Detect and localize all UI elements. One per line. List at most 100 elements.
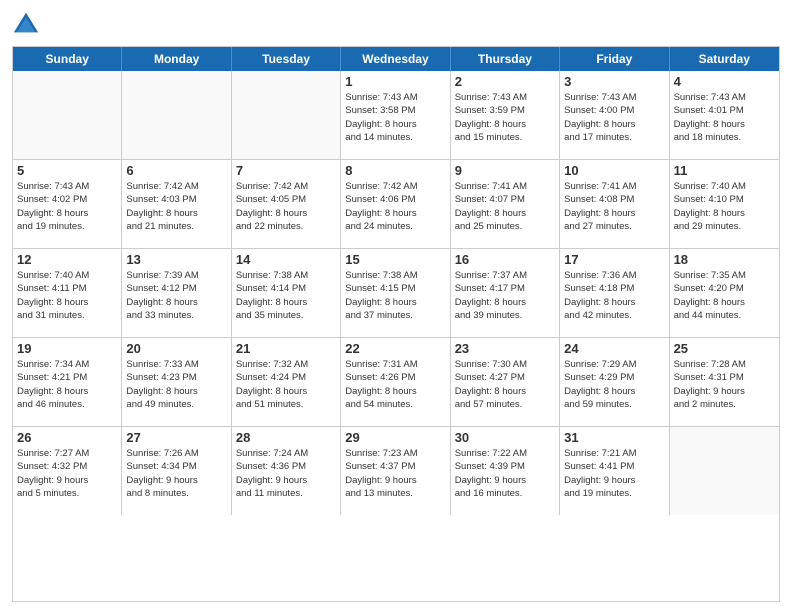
calendar-cell — [13, 71, 122, 159]
day-number: 16 — [455, 252, 555, 267]
day-number: 26 — [17, 430, 117, 445]
calendar-cell — [670, 427, 779, 515]
day-info: Sunrise: 7:43 AM Sunset: 4:00 PM Dayligh… — [564, 91, 664, 144]
calendar-cell: 11 Sunrise: 7:40 AM Sunset: 4:10 PM Dayli… — [670, 160, 779, 248]
logo-icon — [12, 10, 40, 38]
calendar-cell — [232, 71, 341, 159]
day-info: Sunrise: 7:43 AM Sunset: 3:58 PM Dayligh… — [345, 91, 445, 144]
calendar-cell: 19 Sunrise: 7:34 AM Sunset: 4:21 PM Dayli… — [13, 338, 122, 426]
day-info: Sunrise: 7:40 AM Sunset: 4:11 PM Dayligh… — [17, 269, 117, 322]
calendar-cell: 3 Sunrise: 7:43 AM Sunset: 4:00 PM Daylig… — [560, 71, 669, 159]
calendar-cell: 27Sunrise: 7:26 AM Sunset: 4:34 PM Dayli… — [122, 427, 231, 515]
header — [12, 10, 780, 38]
day-number: 4 — [674, 74, 775, 89]
day-info: Sunrise: 7:30 AM Sunset: 4:27 PM Dayligh… — [455, 358, 555, 411]
day-number: 21 — [236, 341, 336, 356]
calendar-cell: 28Sunrise: 7:24 AM Sunset: 4:36 PM Dayli… — [232, 427, 341, 515]
day-info: Sunrise: 7:27 AM Sunset: 4:32 PM Dayligh… — [17, 447, 117, 500]
day-info: Sunrise: 7:36 AM Sunset: 4:18 PM Dayligh… — [564, 269, 664, 322]
day-info: Sunrise: 7:29 AM Sunset: 4:29 PM Dayligh… — [564, 358, 664, 411]
day-number: 8 — [345, 163, 445, 178]
day-info: Sunrise: 7:41 AM Sunset: 4:07 PM Dayligh… — [455, 180, 555, 233]
calendar-cell: 12 Sunrise: 7:40 AM Sunset: 4:11 PM Dayli… — [13, 249, 122, 337]
calendar-week-row: 12 Sunrise: 7:40 AM Sunset: 4:11 PM Dayli… — [13, 249, 779, 338]
day-number: 19 — [17, 341, 117, 356]
day-number: 7 — [236, 163, 336, 178]
day-info: Sunrise: 7:38 AM Sunset: 4:14 PM Dayligh… — [236, 269, 336, 322]
weekday-header: Saturday — [670, 47, 779, 71]
day-number: 13 — [126, 252, 226, 267]
calendar-cell: 10Sunrise: 7:41 AM Sunset: 4:08 PM Dayli… — [560, 160, 669, 248]
day-number: 12 — [17, 252, 117, 267]
calendar-cell: 8 Sunrise: 7:42 AM Sunset: 4:06 PM Daylig… — [341, 160, 450, 248]
calendar-cell: 1 Sunrise: 7:43 AM Sunset: 3:58 PM Daylig… — [341, 71, 450, 159]
calendar-cell: 17 Sunrise: 7:36 AM Sunset: 4:18 PM Dayli… — [560, 249, 669, 337]
calendar-cell: 18 Sunrise: 7:35 AM Sunset: 4:20 PM Dayli… — [670, 249, 779, 337]
day-number: 14 — [236, 252, 336, 267]
day-number: 1 — [345, 74, 445, 89]
day-info: Sunrise: 7:43 AM Sunset: 3:59 PM Dayligh… — [455, 91, 555, 144]
weekday-header: Monday — [122, 47, 231, 71]
calendar-cell: 14 Sunrise: 7:38 AM Sunset: 4:14 PM Dayli… — [232, 249, 341, 337]
calendar-week-row: 1 Sunrise: 7:43 AM Sunset: 3:58 PM Daylig… — [13, 71, 779, 160]
day-info: Sunrise: 7:43 AM Sunset: 4:01 PM Dayligh… — [674, 91, 775, 144]
calendar-cell: 24 Sunrise: 7:29 AM Sunset: 4:29 PM Dayli… — [560, 338, 669, 426]
weekday-header: Tuesday — [232, 47, 341, 71]
calendar-cell: 16 Sunrise: 7:37 AM Sunset: 4:17 PM Dayli… — [451, 249, 560, 337]
day-number: 30 — [455, 430, 555, 445]
calendar-cell: 9 Sunrise: 7:41 AM Sunset: 4:07 PM Daylig… — [451, 160, 560, 248]
calendar-cell: 4 Sunrise: 7:43 AM Sunset: 4:01 PM Daylig… — [670, 71, 779, 159]
day-info: Sunrise: 7:40 AM Sunset: 4:10 PM Dayligh… — [674, 180, 775, 233]
calendar-week-row: 26 Sunrise: 7:27 AM Sunset: 4:32 PM Dayli… — [13, 427, 779, 515]
calendar-cell: 25Sunrise: 7:28 AM Sunset: 4:31 PM Dayli… — [670, 338, 779, 426]
day-info: Sunrise: 7:42 AM Sunset: 4:06 PM Dayligh… — [345, 180, 445, 233]
day-info: Sunrise: 7:24 AM Sunset: 4:36 PM Dayligh… — [236, 447, 336, 500]
calendar-cell: 29Sunrise: 7:23 AM Sunset: 4:37 PM Dayli… — [341, 427, 450, 515]
logo — [12, 10, 44, 38]
day-number: 6 — [126, 163, 226, 178]
day-number: 5 — [17, 163, 117, 178]
day-number: 9 — [455, 163, 555, 178]
day-number: 10 — [564, 163, 664, 178]
day-info: Sunrise: 7:35 AM Sunset: 4:20 PM Dayligh… — [674, 269, 775, 322]
weekday-header: Sunday — [13, 47, 122, 71]
calendar-cell: 5 Sunrise: 7:43 AM Sunset: 4:02 PM Daylig… — [13, 160, 122, 248]
calendar-cell: 21Sunrise: 7:32 AM Sunset: 4:24 PM Dayli… — [232, 338, 341, 426]
day-number: 24 — [564, 341, 664, 356]
day-number: 31 — [564, 430, 664, 445]
day-number: 3 — [564, 74, 664, 89]
day-number: 11 — [674, 163, 775, 178]
calendar-cell: 22 Sunrise: 7:31 AM Sunset: 4:26 PM Dayli… — [341, 338, 450, 426]
calendar-cell: 23 Sunrise: 7:30 AM Sunset: 4:27 PM Dayli… — [451, 338, 560, 426]
day-info: Sunrise: 7:42 AM Sunset: 4:03 PM Dayligh… — [126, 180, 226, 233]
day-info: Sunrise: 7:33 AM Sunset: 4:23 PM Dayligh… — [126, 358, 226, 411]
day-info: Sunrise: 7:34 AM Sunset: 4:21 PM Dayligh… — [17, 358, 117, 411]
calendar-cell: 31 Sunrise: 7:21 AM Sunset: 4:41 PM Dayli… — [560, 427, 669, 515]
day-number: 17 — [564, 252, 664, 267]
day-number: 2 — [455, 74, 555, 89]
day-info: Sunrise: 7:26 AM Sunset: 4:34 PM Dayligh… — [126, 447, 226, 500]
calendar-week-row: 19 Sunrise: 7:34 AM Sunset: 4:21 PM Dayli… — [13, 338, 779, 427]
day-info: Sunrise: 7:28 AM Sunset: 4:31 PM Dayligh… — [674, 358, 775, 411]
calendar-cell: 15Sunrise: 7:38 AM Sunset: 4:15 PM Dayli… — [341, 249, 450, 337]
day-number: 23 — [455, 341, 555, 356]
calendar-header: SundayMondayTuesdayWednesdayThursdayFrid… — [13, 47, 779, 71]
calendar-cell: 7 Sunrise: 7:42 AM Sunset: 4:05 PM Daylig… — [232, 160, 341, 248]
weekday-header: Friday — [560, 47, 669, 71]
day-number: 18 — [674, 252, 775, 267]
day-info: Sunrise: 7:43 AM Sunset: 4:02 PM Dayligh… — [17, 180, 117, 233]
day-info: Sunrise: 7:37 AM Sunset: 4:17 PM Dayligh… — [455, 269, 555, 322]
day-info: Sunrise: 7:31 AM Sunset: 4:26 PM Dayligh… — [345, 358, 445, 411]
day-info: Sunrise: 7:23 AM Sunset: 4:37 PM Dayligh… — [345, 447, 445, 500]
calendar-cell: 2 Sunrise: 7:43 AM Sunset: 3:59 PM Daylig… — [451, 71, 560, 159]
day-info: Sunrise: 7:21 AM Sunset: 4:41 PM Dayligh… — [564, 447, 664, 500]
day-info: Sunrise: 7:39 AM Sunset: 4:12 PM Dayligh… — [126, 269, 226, 322]
calendar-body: 1 Sunrise: 7:43 AM Sunset: 3:58 PM Daylig… — [13, 71, 779, 515]
calendar-cell: 26 Sunrise: 7:27 AM Sunset: 4:32 PM Dayli… — [13, 427, 122, 515]
calendar-cell: 20 Sunrise: 7:33 AM Sunset: 4:23 PM Dayli… — [122, 338, 231, 426]
day-number: 22 — [345, 341, 445, 356]
calendar-week-row: 5 Sunrise: 7:43 AM Sunset: 4:02 PM Daylig… — [13, 160, 779, 249]
day-number: 20 — [126, 341, 226, 356]
page-container: SundayMondayTuesdayWednesdayThursdayFrid… — [0, 0, 792, 612]
day-info: Sunrise: 7:42 AM Sunset: 4:05 PM Dayligh… — [236, 180, 336, 233]
